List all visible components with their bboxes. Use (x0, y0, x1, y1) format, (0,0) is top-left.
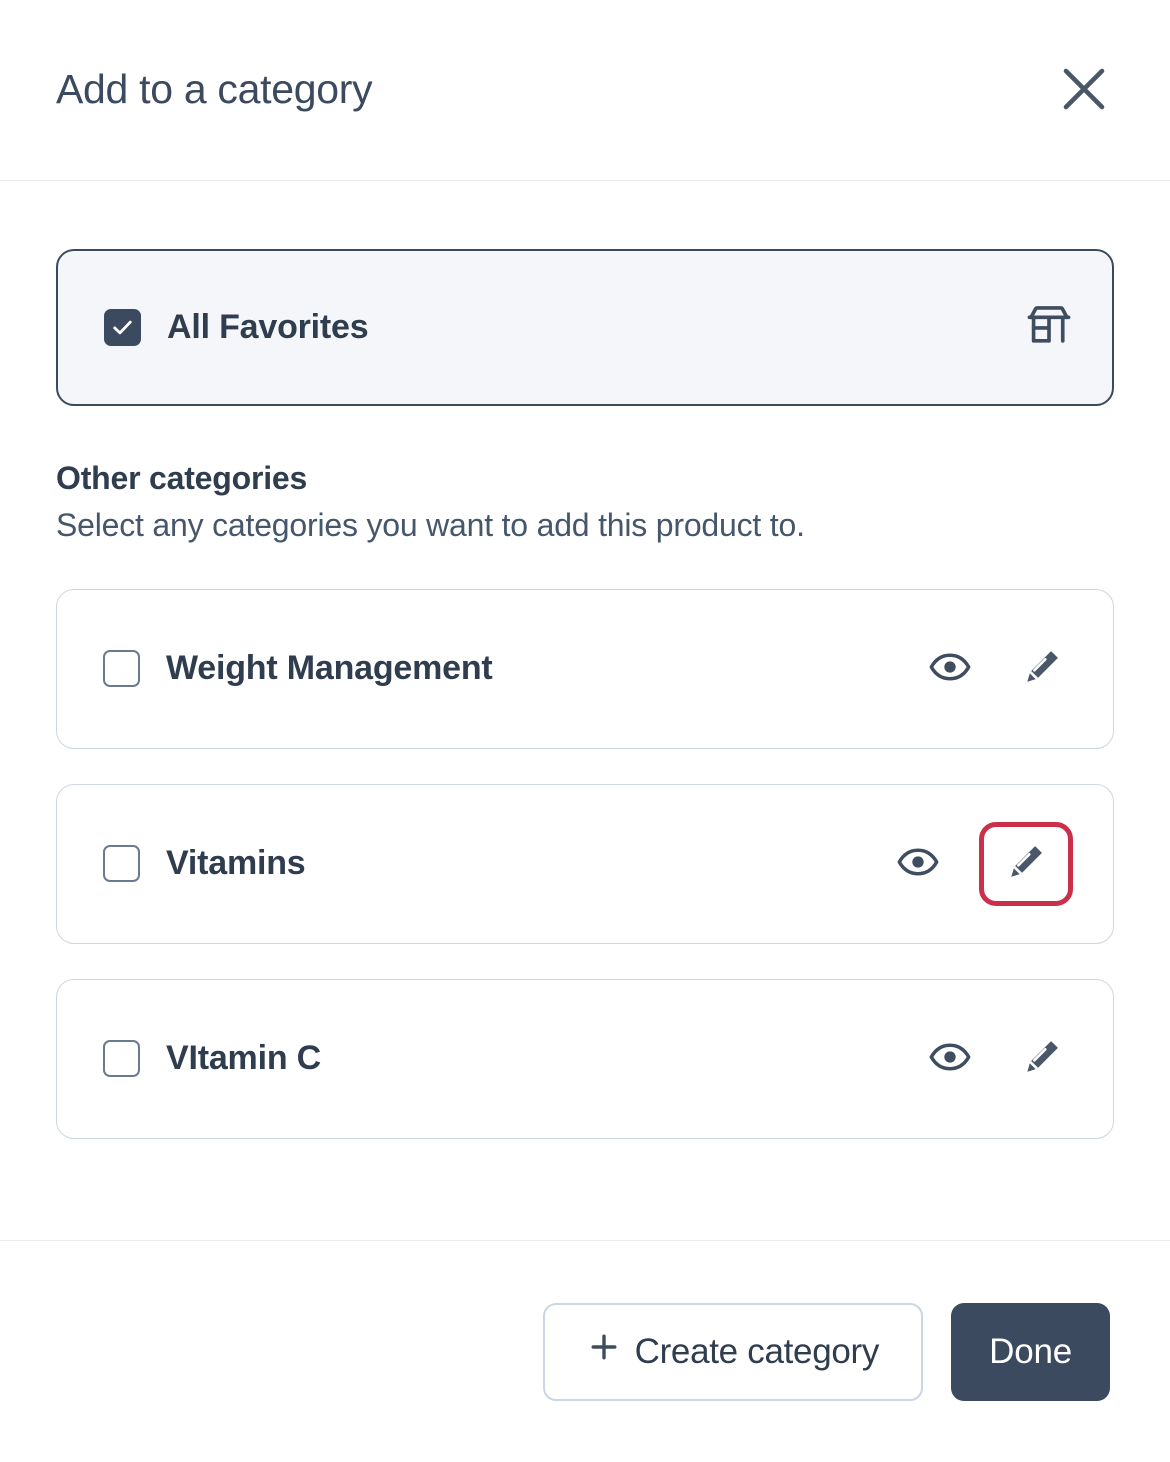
all-favorites-checkbox[interactable] (104, 309, 141, 346)
category-row[interactable]: VItamin C (56, 978, 1114, 1139)
edit-category-button-highlighted[interactable] (979, 821, 1073, 906)
create-category-label: Create category (634, 1331, 880, 1371)
category-row-left: VItamin C (103, 1039, 919, 1078)
category-list: Weight Management Vitamins VItamin C (56, 588, 1114, 1139)
modal-footer: Create category Done (0, 1240, 1170, 1462)
all-favorites-left: All Favorites (104, 308, 1024, 347)
other-categories-section: Other categories Select any categories y… (56, 458, 1114, 547)
storefront-icon (1024, 300, 1074, 355)
create-category-button[interactable]: Create category (542, 1302, 924, 1401)
add-to-category-modal: Add to a category All Favorites Other ca… (0, 0, 1170, 1462)
eye-icon (928, 1035, 972, 1082)
done-button[interactable]: Done (951, 1302, 1110, 1401)
pencil-icon (1021, 1036, 1063, 1081)
other-categories-title: Other categories (56, 460, 308, 496)
view-category-button[interactable] (919, 638, 981, 700)
modal-header: Add to a category (0, 0, 1170, 181)
category-row-left: Weight Management (103, 649, 919, 688)
category-row-left: Vitamins (103, 844, 887, 883)
eye-icon (896, 840, 940, 887)
category-actions (919, 1028, 1073, 1090)
done-label: Done (989, 1331, 1072, 1371)
category-row[interactable]: Weight Management (56, 588, 1114, 749)
view-category-button[interactable] (919, 1028, 981, 1090)
eye-icon (928, 645, 972, 692)
close-button[interactable] (1048, 54, 1120, 126)
category-actions (919, 638, 1073, 700)
category-checkbox[interactable] (103, 1040, 140, 1078)
category-actions (887, 821, 1073, 906)
other-categories-subtitle: Select any categories you want to add th… (56, 507, 805, 543)
edit-category-button[interactable] (1011, 1028, 1073, 1090)
check-icon (113, 320, 132, 335)
view-category-button[interactable] (887, 833, 949, 895)
category-label: Weight Management (166, 649, 493, 688)
category-checkbox[interactable] (103, 845, 140, 883)
all-favorites-label: All Favorites (167, 308, 369, 346)
edit-category-button[interactable] (1011, 638, 1073, 700)
page-title: Add to a category (56, 66, 373, 113)
category-checkbox[interactable] (103, 650, 140, 688)
all-favorites-row[interactable]: All Favorites (56, 249, 1114, 406)
category-label: VItamin C (166, 1039, 322, 1078)
plus-icon (587, 1330, 621, 1373)
category-label: Vitamins (166, 844, 306, 883)
pencil-icon (1005, 841, 1047, 886)
pencil-icon (1021, 646, 1063, 691)
modal-body: All Favorites Other categories Select an… (0, 181, 1170, 1240)
close-icon (1058, 63, 1110, 118)
category-row[interactable]: Vitamins (56, 783, 1114, 944)
